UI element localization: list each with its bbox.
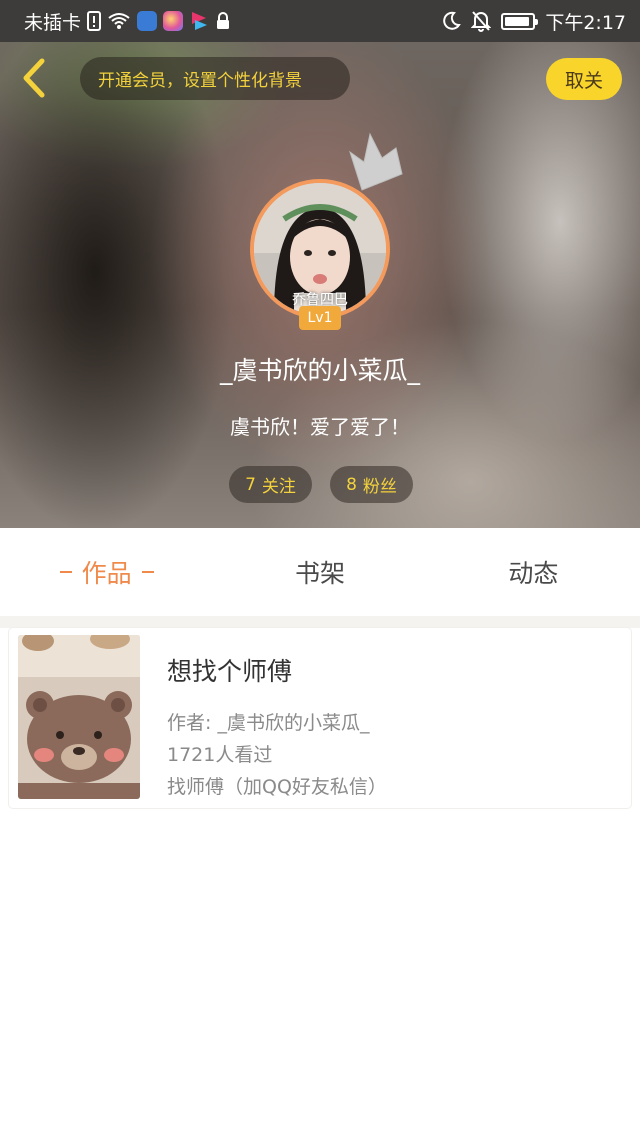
following-count: 7 [245, 474, 256, 495]
chevron-left-icon [23, 58, 45, 98]
wifi-icon [107, 11, 131, 31]
moon-icon [441, 11, 462, 31]
work-card[interactable]: 想找个师傅 作者: _虞书欣的小菜瓜_ 1721人看过 找师傅（加QQ好友私信） [9, 628, 631, 808]
fans-label: 粉丝 [362, 477, 397, 497]
lock-icon [215, 11, 231, 31]
tab-activity-label: 动态 [508, 559, 559, 588]
profile-tabs: 作品 书架 动态 [0, 528, 640, 616]
tab-bookshelf[interactable]: 书架 [213, 528, 426, 616]
tab-works-label: 作品 [81, 559, 132, 588]
fans-count: 8 [346, 474, 357, 495]
user-signature: 虞书欣！爱了爱了！ [230, 415, 410, 439]
carrier-text: 未插卡 [24, 11, 82, 34]
fans-count-button[interactable]: 8 粉丝 [330, 466, 413, 503]
clock-text: 下午2:17 [545, 11, 626, 34]
avatar[interactable]: 乔鲁四巴 [250, 179, 390, 319]
unfollow-button[interactable]: 取关 [546, 58, 622, 100]
work-author: 作者: _虞书欣的小菜瓜_ [167, 712, 370, 734]
back-button[interactable] [14, 56, 54, 100]
tab-activity[interactable]: 动态 [427, 528, 640, 616]
tab-active-dash-left [59, 571, 72, 573]
tab-bookshelf-label: 书架 [294, 559, 345, 588]
level-badge: Lv1 [299, 306, 341, 330]
battery-icon [501, 12, 539, 30]
app-root: 未插卡 下午2:17 开通会员，设置个性化背景 取关 乔鲁四巴 Lv1 _虞书欣… [0, 0, 640, 1138]
status-bar: 未插卡 下午2:17 [0, 0, 640, 42]
status-left: 未插卡 [24, 8, 231, 35]
vip-banner-text: 开通会员，设置个性化背景 [98, 71, 302, 91]
username: _虞书欣的小菜瓜_ [219, 356, 420, 385]
work-title: 想找个师傅 [167, 657, 293, 686]
profile-header: 开通会员，设置个性化背景 取关 乔鲁四巴 Lv1 _虞书欣的小菜瓜_ 虞书欣！爱… [0, 42, 640, 528]
following-label: 关注 [261, 477, 296, 497]
following-count-button[interactable]: 7 关注 [229, 466, 312, 503]
work-view-count: 1721人看过 [167, 744, 273, 766]
sim-alert-icon [87, 11, 102, 31]
tab-works[interactable]: 作品 [0, 528, 213, 616]
tab-active-dash-right [141, 571, 154, 573]
works-list: 想找个师傅 作者: _虞书欣的小菜瓜_ 1721人看过 找师傅（加QQ好友私信） [0, 616, 640, 1138]
work-cover-image [18, 635, 140, 799]
video-app-icon [189, 10, 209, 32]
baidu-app-icon [137, 11, 158, 31]
list-divider [0, 616, 640, 628]
gallery-app-icon [163, 11, 184, 31]
status-right: 下午2:17 [441, 8, 626, 35]
mute-bell-icon [471, 10, 492, 32]
work-description: 找师傅（加QQ好友私信） [167, 776, 387, 798]
bear-cover-illustration [18, 635, 140, 799]
vip-background-banner[interactable]: 开通会员，设置个性化背景 [80, 57, 350, 100]
